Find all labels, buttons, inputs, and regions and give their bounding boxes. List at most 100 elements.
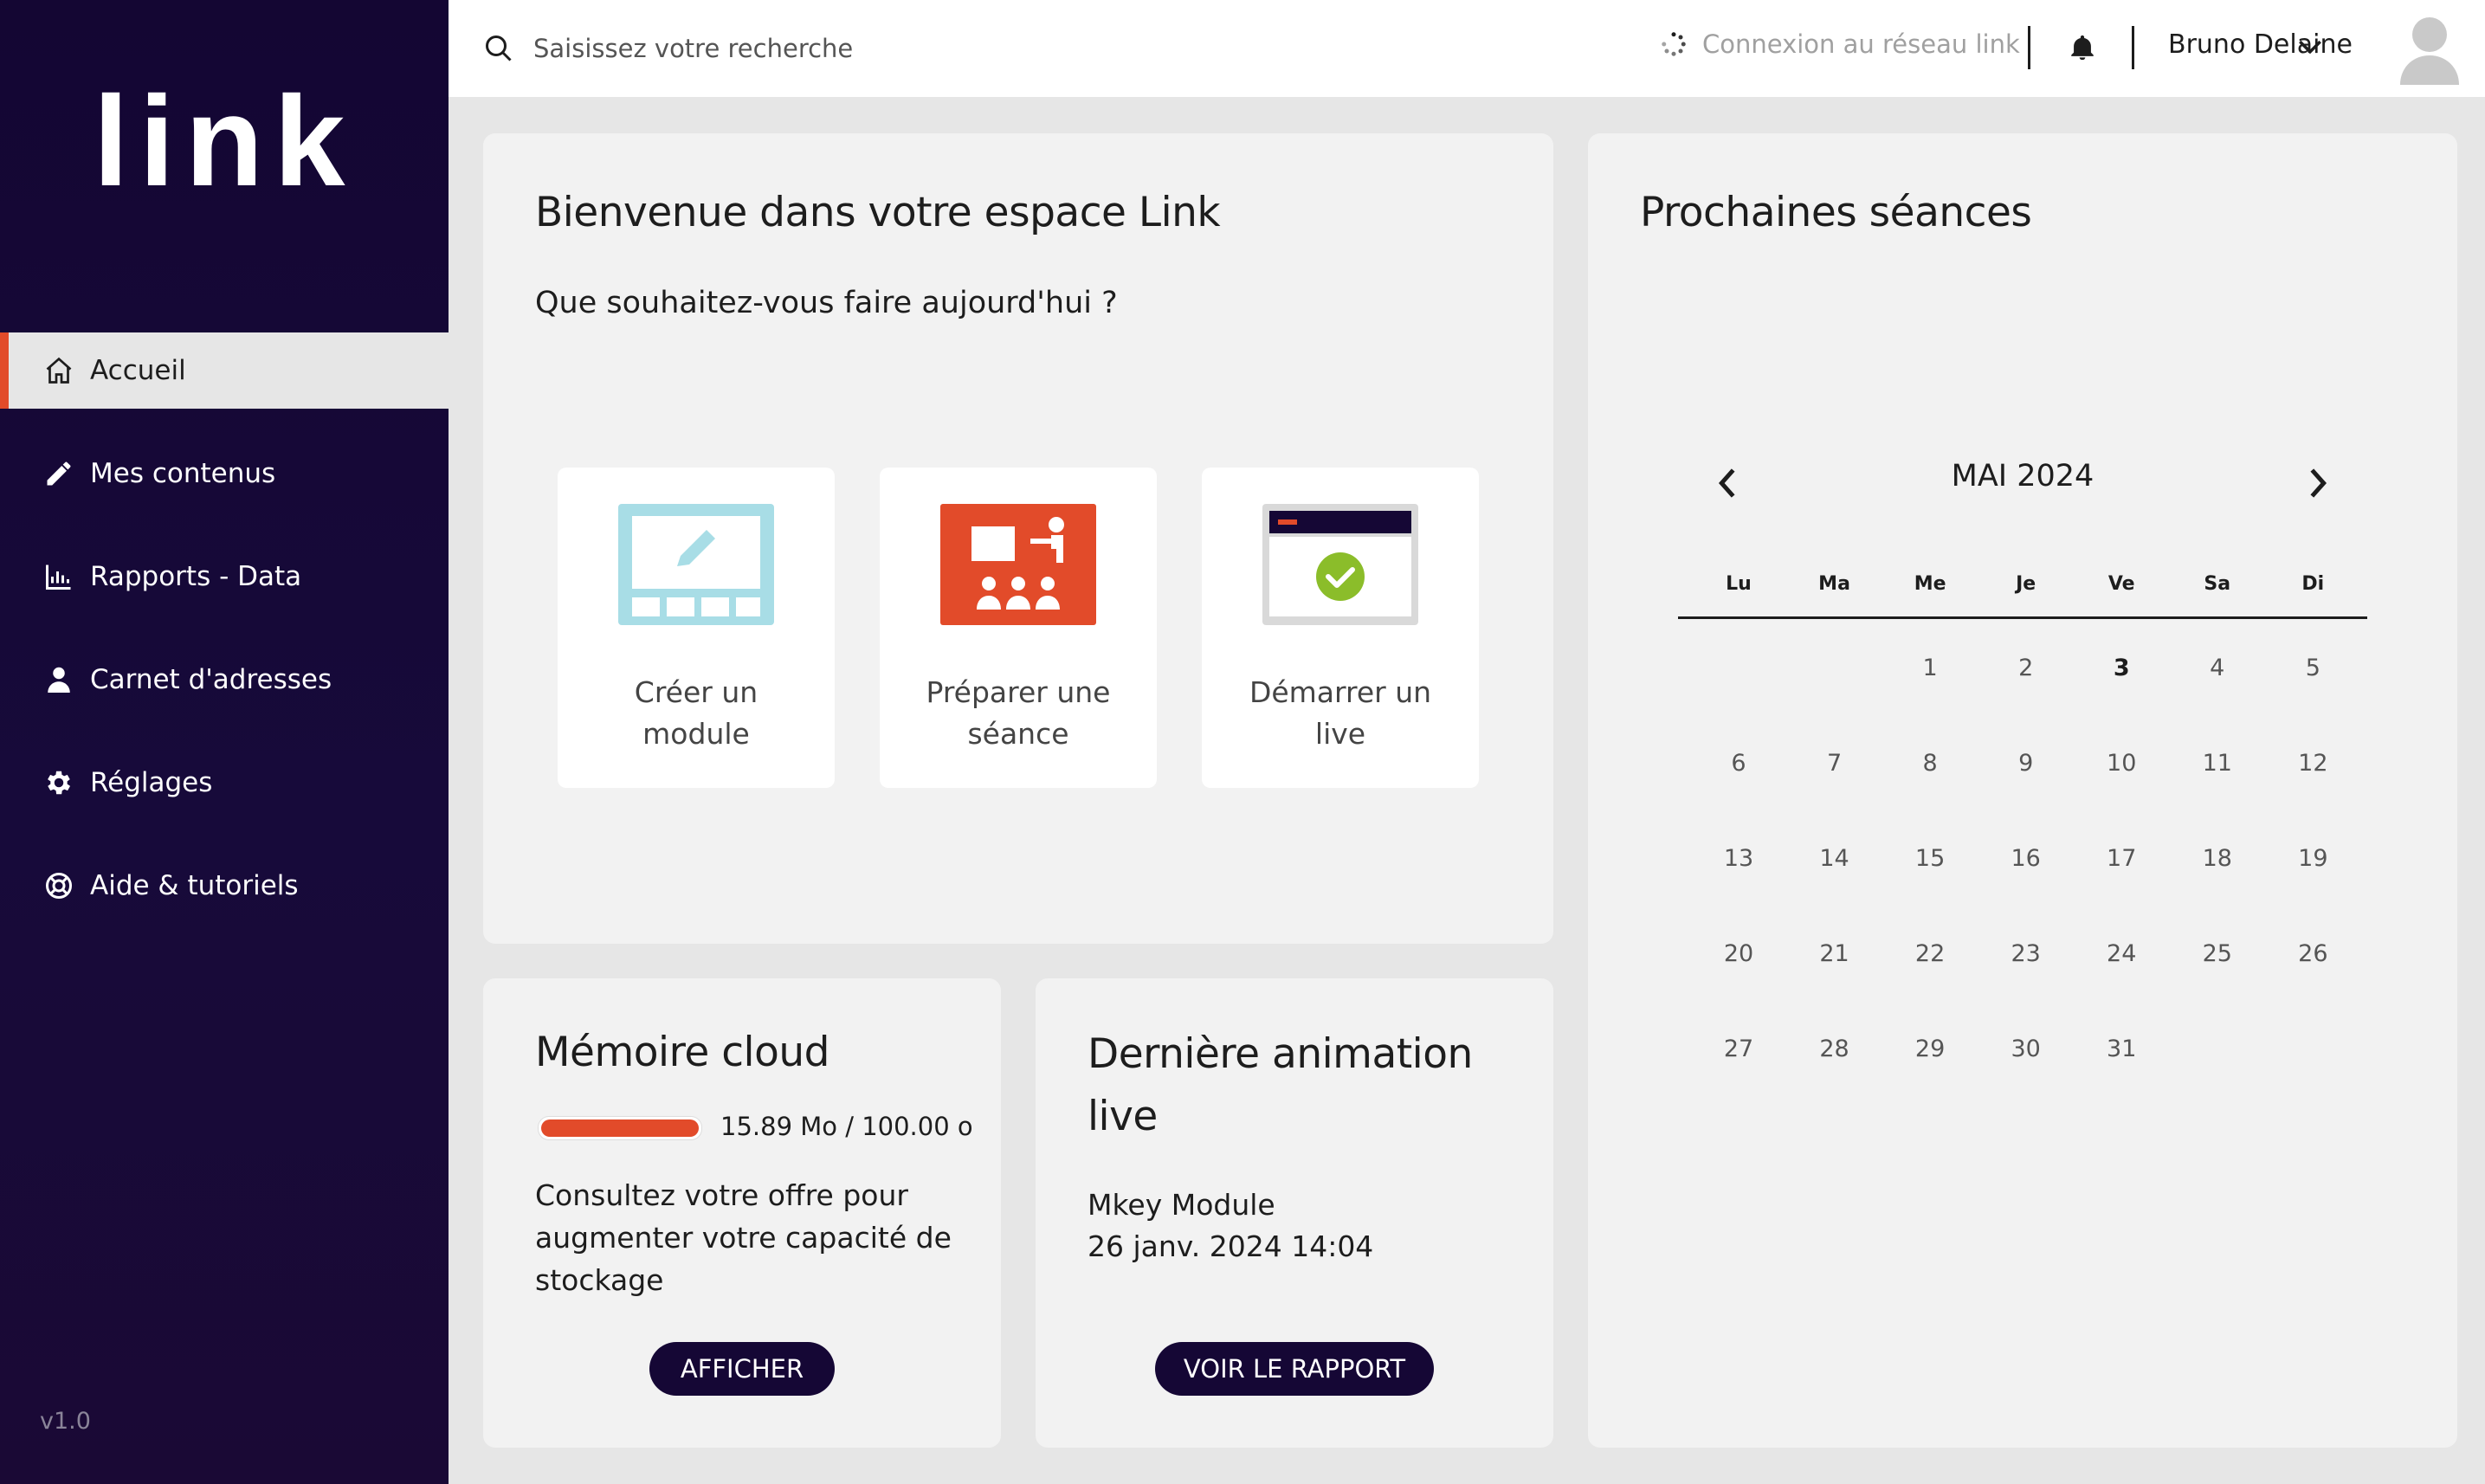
live-module-name: Mkey Module — [1088, 1188, 1275, 1222]
calendar-day[interactable]: 20 — [1695, 937, 1782, 971]
calendar-day[interactable]: 26 — [2269, 937, 2356, 971]
welcome-subtitle: Que souhaitez-vous faire aujourd'hui ? — [535, 286, 1118, 320]
chart-icon — [46, 565, 71, 590]
person-icon — [48, 667, 70, 693]
prepare-session-button[interactable]: Préparer une séance — [880, 468, 1157, 788]
weekday-header: Ve — [2107, 573, 2135, 595]
calendar-day[interactable]: 24 — [2078, 937, 2165, 971]
calendar-day[interactable]: 30 — [1983, 1032, 2069, 1067]
calendar-day[interactable]: 6 — [1695, 746, 1782, 781]
sidebar-item-reglages[interactable]: Réglages — [0, 745, 449, 821]
start-live-button[interactable]: Démarrer un live — [1202, 468, 1479, 788]
bell-icon[interactable] — [2068, 31, 2097, 64]
divider — [2132, 26, 2134, 69]
weekday-header: Sa — [2204, 573, 2231, 595]
calendar-day[interactable]: 12 — [2269, 746, 2356, 781]
welcome-title: Bienvenue dans votre espace Link — [535, 189, 1221, 236]
start-live-icon — [1262, 504, 1418, 625]
pencil-icon — [47, 461, 71, 486]
calendar-day[interactable]: 28 — [1791, 1032, 1878, 1067]
calendar-day[interactable]: 25 — [2174, 937, 2261, 971]
calendar-day[interactable]: 19 — [2269, 842, 2356, 876]
calendar-day[interactable]: 7 — [1791, 746, 1878, 781]
calendar-day[interactable]: 5 — [2269, 651, 2356, 686]
sidebar-item-rapports[interactable]: Rapports - Data — [0, 539, 449, 615]
calendar-day[interactable]: 23 — [1983, 937, 2069, 971]
afficher-button[interactable]: AFFICHER — [649, 1342, 835, 1396]
topbar: Connexion au réseau link Bruno Delaine — [449, 0, 2485, 97]
sidebar-item-aide[interactable]: Aide & tutoriels — [0, 848, 449, 924]
sidebar-item-label: Carnet d'adresses — [90, 664, 332, 695]
weekday-header: Lu — [1726, 573, 1752, 595]
sidebar-item-label: Accueil — [90, 355, 186, 386]
calendar-day[interactable]: 10 — [2078, 746, 2165, 781]
action-label: Créer un module — [634, 675, 758, 751]
calendar-day[interactable]: 17 — [2078, 842, 2165, 876]
weekday-header: Ma — [1818, 573, 1850, 595]
sidebar-item-accueil[interactable]: Accueil — [0, 332, 449, 409]
sidebar-item-label: Mes contenus — [90, 458, 276, 489]
gear-icon — [48, 771, 71, 795]
cloud-memory-card: Mémoire cloud 15.89 Mo / 100.00 o Consul… — [483, 978, 1001, 1448]
avatar[interactable] — [2397, 12, 2462, 85]
search-icon — [486, 35, 512, 61]
sidebar-item-mes-contenus[interactable]: Mes contenus — [0, 436, 449, 512]
calendar-grid: 1 2 3 4 5 6 7 8 9 10 11 12 13 14 15 16 17 18 19 20 21 22 23 24 2… — [1678, 616, 2367, 1136]
home-icon — [46, 357, 72, 384]
cloud-description: Consultez votre offre pour augmenter vot… — [535, 1178, 952, 1297]
chevron-down-icon[interactable] — [2298, 38, 2322, 55]
sessions-title: Prochaines séances — [1640, 189, 2032, 236]
calendar-day[interactable]: 3 — [2078, 651, 2165, 686]
last-live-card: Dernière animation live Mkey Module 26 j… — [1036, 978, 1553, 1448]
version-label: v1.0 — [40, 1408, 91, 1435]
calendar-day[interactable]: 22 — [1887, 937, 1973, 971]
welcome-card: Bienvenue dans votre espace Link Que sou… — [483, 133, 1553, 944]
user-name[interactable]: Bruno Delaine — [2168, 29, 2353, 60]
sidebar-nav: Accueil Mes contenus Rapports - Data Car… — [0, 332, 449, 951]
action-label: Démarrer un live — [1249, 675, 1432, 751]
calendar-day[interactable]: 15 — [1887, 842, 1973, 876]
calendar-day[interactable]: 18 — [2174, 842, 2261, 876]
calendar-day[interactable]: 8 — [1887, 746, 1973, 781]
calendar-day[interactable]: 16 — [1983, 842, 2069, 876]
prepare-session-icon — [940, 504, 1096, 625]
calendar-day[interactable]: 31 — [2078, 1032, 2165, 1067]
calendar-day[interactable]: 13 — [1695, 842, 1782, 876]
sessions-card: Prochaines séances MAI 2024 Lu Ma Me Je Ve Sa… — [1588, 133, 2457, 1448]
loading-spinner-icon — [1662, 32, 1686, 56]
storage-progress-bar — [539, 1117, 701, 1139]
calendar-day[interactable]: 11 — [2174, 746, 2261, 781]
sidebar: link Accueil Mes contenus Rapports - Dat… — [0, 0, 449, 1484]
calendar-day[interactable]: 1 — [1887, 651, 1973, 686]
weekday-header: Di — [2301, 573, 2325, 595]
sidebar-item-label: Aide & tutoriels — [90, 870, 299, 901]
live-date: 26 janv. 2024 14:04 — [1088, 1229, 1374, 1263]
calendar-day[interactable]: 4 — [2174, 651, 2261, 686]
connection-status: Connexion au réseau link — [1661, 29, 2020, 59]
divider — [2028, 26, 2030, 69]
calendar-day[interactable]: 27 — [1695, 1032, 1782, 1067]
calendar-day[interactable]: 21 — [1791, 937, 1878, 971]
search-input[interactable] — [532, 26, 1141, 71]
chevron-right-icon[interactable] — [2305, 466, 2331, 500]
weekday-header: Me — [1914, 573, 1946, 595]
create-module-button[interactable]: Créer un module — [558, 468, 835, 788]
weekday-header: Je — [2016, 573, 2036, 595]
calendar-day[interactable]: 9 — [1983, 746, 2069, 781]
voir-rapport-button[interactable]: VOIR LE RAPPORT — [1155, 1342, 1434, 1396]
link-logo[interactable]: link — [0, 78, 449, 206]
sidebar-item-label: Rapports - Data — [90, 561, 302, 592]
create-module-icon — [618, 504, 774, 625]
lifebuoy-icon — [46, 873, 72, 899]
calendar-day[interactable]: 29 — [1887, 1032, 1973, 1067]
sidebar-item-carnet[interactable]: Carnet d'adresses — [0, 642, 449, 718]
storage-usage-text: 15.89 Mo / 100.00 o — [720, 1112, 973, 1141]
sidebar-item-label: Réglages — [90, 767, 213, 798]
calendar-day[interactable]: 14 — [1791, 842, 1878, 876]
calendar-day[interactable]: 2 — [1983, 651, 2069, 686]
storage-progress-fill — [541, 1119, 699, 1137]
cloud-title: Mémoire cloud — [535, 1029, 830, 1076]
action-label: Préparer une séance — [926, 675, 1111, 751]
calendar-weekdays: Lu Ma Me Je Ve Sa Di — [1678, 573, 2367, 619]
connection-status-text: Connexion au réseau link — [1702, 29, 2020, 59]
